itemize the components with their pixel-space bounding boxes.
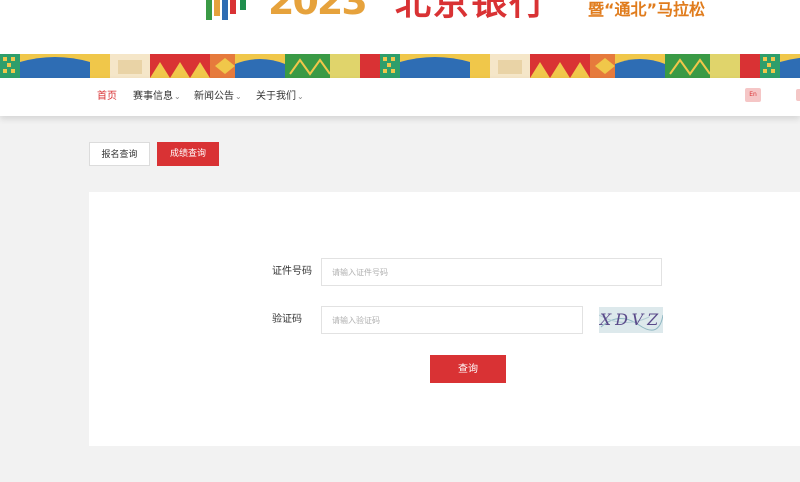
id-number-label: 证件号码 [272, 266, 312, 277]
chevron-down-icon: ⌄ [297, 92, 304, 101]
main-nav: 首页 赛事信息⌄ 新闻公告⌄ 关于我们⌄ En [0, 78, 800, 116]
query-form-panel: 证件号码 验证码 XDVZ 查询 [89, 192, 800, 446]
nav-item-label: 新闻公告 [194, 91, 234, 102]
tab-results-query[interactable]: 成绩查询 [157, 142, 219, 166]
captcha-input[interactable] [321, 306, 583, 334]
captcha-image[interactable]: XDVZ [599, 307, 663, 333]
query-submit-button[interactable]: 查询 [430, 355, 506, 383]
nav-item-home[interactable]: 首页 [97, 90, 117, 104]
captcha-text: XDVZ [599, 310, 663, 329]
header-banner: 2023 北京银行 暨“通北”马拉松 [0, 0, 800, 78]
nav-item-event-info[interactable]: 赛事信息⌄ [133, 90, 181, 104]
nav-item-label: 首页 [97, 91, 117, 102]
language-toggle-button[interactable]: En [745, 88, 761, 102]
captcha-label: 验证码 [272, 314, 302, 325]
id-number-input[interactable] [321, 258, 662, 286]
banner-subtitle: 暨“通北”马拉松 [588, 0, 706, 19]
user-button[interactable] [796, 89, 800, 101]
chevron-down-icon: ⌄ [235, 92, 242, 101]
year-text: 2023 [268, 0, 368, 23]
decorative-pattern-strip [0, 54, 800, 78]
nav-item-label: 赛事信息 [133, 91, 173, 102]
year-logotype: 2023 [268, 0, 368, 23]
nav-item-about[interactable]: 关于我们⌄ [256, 90, 304, 104]
nav-item-news[interactable]: 新闻公告⌄ [194, 90, 242, 104]
chevron-down-icon: ⌄ [174, 92, 181, 101]
tab-registration-query[interactable]: 报名查询 [89, 142, 150, 166]
nav-item-label: 关于我们 [256, 91, 296, 102]
bank-title: 北京银行 [395, 0, 548, 23]
